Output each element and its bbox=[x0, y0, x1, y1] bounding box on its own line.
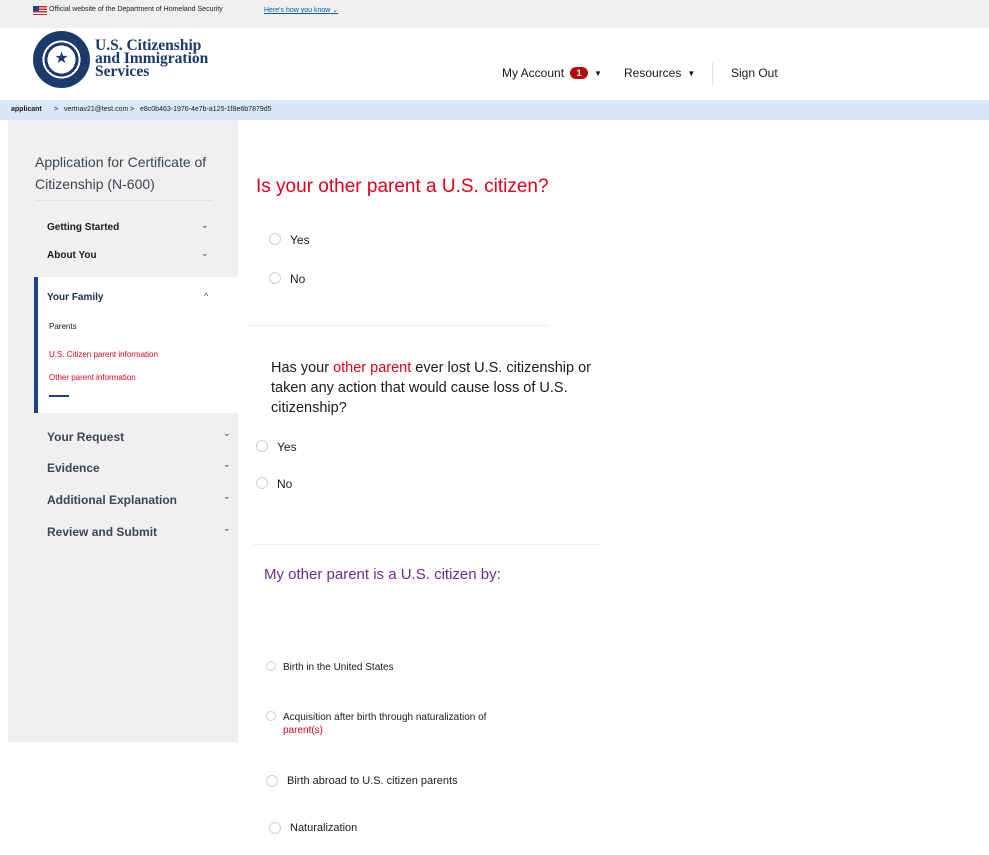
sidebar-item-your-request[interactable]: Your Request bbox=[47, 430, 124, 444]
breadcrumb-separator: > bbox=[54, 106, 59, 113]
sidebar-section-your-family: Your Family ^ Parents U.S. Citizen paren… bbox=[34, 277, 246, 413]
chevron-down-icon[interactable]: ⌄ bbox=[223, 491, 231, 502]
question-lost-citizenship: Has your other parent ever lost U.S. cit… bbox=[271, 360, 591, 416]
radio-no[interactable] bbox=[269, 272, 281, 284]
sidebar-subitem-other-parent[interactable]: Other parent information bbox=[49, 373, 136, 382]
sidebar-nav: Application for Certificate of Citizensh… bbox=[8, 120, 246, 742]
resources-menu[interactable]: Resources ▼ bbox=[624, 66, 695, 80]
chevron-up-icon[interactable]: ^ bbox=[204, 291, 208, 301]
radio-naturalization[interactable] bbox=[269, 822, 281, 834]
option-label-yes[interactable]: Yes bbox=[277, 440, 297, 454]
chevron-down-icon[interactable]: ⌄ bbox=[223, 428, 231, 439]
sidebar-item-additional-explanation[interactable]: Additional Explanation bbox=[47, 493, 177, 507]
official-banner: Official website of the Department of Ho… bbox=[0, 0, 989, 28]
question-citizen-by: My other parent is a U.S. citizen by: bbox=[264, 566, 501, 583]
nav-divider bbox=[712, 62, 713, 86]
my-account-label: My Account bbox=[502, 66, 565, 80]
heres-how-you-know-link[interactable]: Here's how you know ⌄ bbox=[264, 6, 338, 14]
section-divider bbox=[246, 325, 549, 326]
breadcrumb: applicant > vertnav21@test.com > e8c0b46… bbox=[0, 100, 989, 120]
radio-no[interactable] bbox=[256, 477, 268, 489]
option-label-birth-in-us[interactable]: Birth in the United States bbox=[283, 661, 394, 674]
chevron-down-icon[interactable]: ⌄ bbox=[201, 248, 209, 259]
highlight-parents: parent(s) bbox=[283, 725, 324, 736]
breadcrumb-separator: > bbox=[130, 106, 135, 113]
application-title: Application for Certificate of Citizensh… bbox=[35, 154, 207, 192]
active-indicator bbox=[49, 395, 69, 397]
us-flag-icon bbox=[33, 6, 47, 15]
agency-name[interactable]: U.S. Citizenship and Immigration Service… bbox=[95, 38, 208, 80]
sidebar-item-getting-started[interactable]: Getting Started bbox=[47, 222, 119, 233]
breadcrumb-applicant[interactable]: applicant bbox=[11, 106, 42, 113]
sidebar-item-your-family[interactable]: Your Family bbox=[47, 292, 104, 303]
sidebar-item-evidence[interactable]: Evidence bbox=[47, 461, 100, 475]
site-header: U.S. Citizenship and Immigration Service… bbox=[0, 28, 989, 100]
resources-label: Resources bbox=[624, 66, 682, 80]
chevron-down-icon[interactable]: ⌄ bbox=[201, 220, 209, 231]
radio-birth-in-us[interactable] bbox=[266, 661, 276, 671]
my-account-menu[interactable]: My Account 1 ▼ bbox=[502, 66, 602, 80]
chevron-down-icon[interactable]: ⌄ bbox=[223, 459, 231, 470]
caret-down-icon: ▼ bbox=[687, 68, 696, 78]
radio-acquisition[interactable] bbox=[266, 711, 276, 721]
option-label-no[interactable]: No bbox=[290, 272, 305, 286]
official-text: Official website of the Department of Ho… bbox=[49, 6, 223, 13]
option-label-yes[interactable]: Yes bbox=[290, 233, 310, 247]
option-label-no[interactable]: No bbox=[277, 477, 292, 491]
question-other-parent-citizen: Is your other parent a U.S. citizen? bbox=[256, 176, 549, 197]
radio-birth-abroad[interactable] bbox=[266, 775, 278, 787]
breadcrumb-case-id: e8c0b463-1976-4e7b-a125-1f8e6b7879d5 bbox=[140, 106, 272, 113]
radio-yes[interactable] bbox=[269, 233, 281, 245]
sign-out-link[interactable]: Sign Out bbox=[731, 66, 778, 80]
chevron-down-icon[interactable]: ⌄ bbox=[223, 523, 231, 534]
section-divider bbox=[253, 544, 601, 545]
highlight-other-parent: other parent bbox=[333, 360, 412, 376]
sidebar-item-about-you[interactable]: About You bbox=[47, 250, 97, 261]
sidebar-item-review-and-submit[interactable]: Review and Submit bbox=[47, 525, 157, 539]
option-label-acquisition[interactable]: Acquisition after birth through naturali… bbox=[283, 711, 573, 737]
notification-badge: 1 bbox=[570, 67, 589, 79]
breadcrumb-email[interactable]: vertnav21@test.com bbox=[64, 106, 128, 113]
chevron-down-icon: ⌄ bbox=[332, 7, 339, 14]
dhs-seal-logo[interactable] bbox=[33, 31, 90, 88]
divider bbox=[35, 200, 213, 201]
option-label-naturalization[interactable]: Naturalization bbox=[290, 822, 357, 835]
option-label-birth-abroad[interactable]: Birth abroad to U.S. citizen parents bbox=[287, 775, 458, 788]
sidebar-subitem-us-citizen-parent[interactable]: U.S. Citizen parent information bbox=[49, 350, 158, 359]
radio-yes[interactable] bbox=[256, 440, 268, 452]
sidebar-subitem-parents[interactable]: Parents bbox=[49, 322, 77, 331]
caret-down-icon: ▼ bbox=[594, 68, 602, 78]
